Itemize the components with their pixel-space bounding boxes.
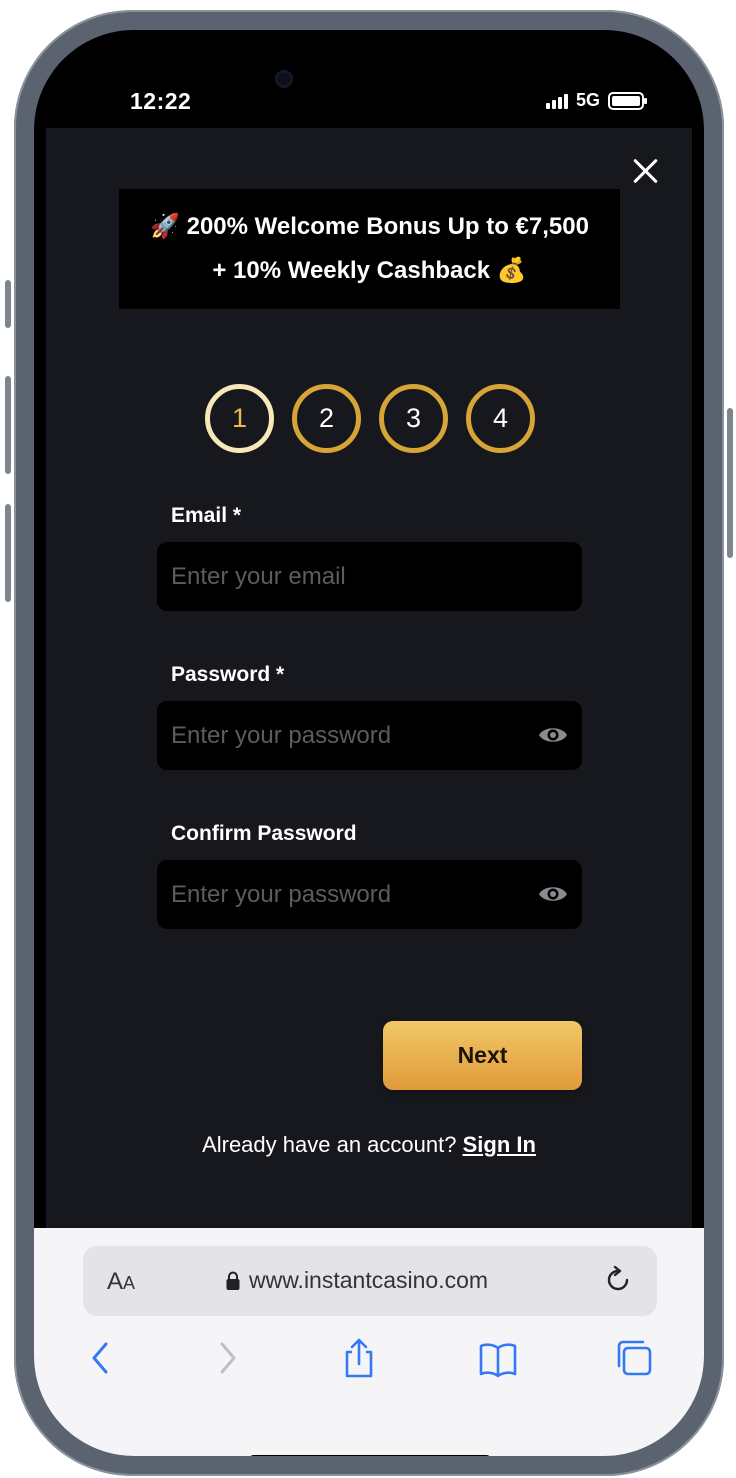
volume-up-button [5, 376, 11, 474]
show-password-eye-icon[interactable] [538, 724, 568, 746]
reload-icon[interactable] [603, 1265, 633, 1295]
signin-prompt: Already have an account? [202, 1132, 457, 1157]
registration-modal: 🚀 200% Welcome Bonus Up to €7,500 + 10% … [46, 128, 692, 1228]
confirm-password-label: Confirm Password [171, 822, 357, 845]
url-text: www.instantcasino.com [249, 1267, 489, 1293]
safari-browser-bar: AA www.instantcasino.com [34, 1228, 704, 1456]
lock-icon [226, 1271, 240, 1290]
back-chevron-icon[interactable] [80, 1336, 120, 1380]
welcome-bonus-banner: 🚀 200% Welcome Bonus Up to €7,500 + 10% … [119, 189, 620, 309]
network-type: 5G [575, 90, 600, 110]
text-size-button[interactable]: AA [107, 1268, 135, 1296]
status-bar: 12:22 5G [34, 30, 704, 142]
confirm-password-input[interactable] [157, 860, 582, 929]
phone-frame: 12:22 5G 🚀 200% Welcome Bonus Up to €7,5… [5, 10, 733, 1476]
home-indicator [249, 1455, 491, 1456]
banner-line-1: 200% Welcome Bonus Up to €7,500 [186, 213, 589, 240]
step-4: 4 [466, 384, 535, 453]
password-field-container [157, 701, 582, 770]
close-icon[interactable] [632, 158, 658, 184]
confirm-password-field-container [157, 860, 582, 929]
share-icon[interactable] [339, 1336, 379, 1380]
step-2: 2 [292, 384, 361, 453]
password-input[interactable] [157, 701, 582, 770]
front-camera [275, 70, 293, 88]
forward-chevron-icon[interactable] [208, 1336, 248, 1380]
step-1: 1 [205, 384, 274, 453]
status-indicators: 5G [545, 90, 647, 111]
bookmarks-icon[interactable] [478, 1336, 518, 1380]
email-field-container [157, 542, 582, 611]
signin-link[interactable]: Sign In [463, 1132, 536, 1157]
screen: 12:22 5G 🚀 200% Welcome Bonus Up to €7,5… [34, 30, 704, 1456]
show-confirm-password-eye-icon[interactable] [538, 883, 568, 905]
step-indicator: 1 2 3 4 [205, 384, 535, 453]
email-label: Email * [171, 504, 242, 527]
power-button [727, 408, 733, 558]
battery-icon [608, 91, 647, 110]
volume-down-button [5, 504, 11, 602]
banner-line-2: + 10% Weekly Cashback [212, 257, 491, 284]
rocket-icon: 🚀 [150, 213, 180, 240]
browser-toolbar [34, 1336, 704, 1396]
money-bag-icon: 💰 [496, 257, 527, 284]
step-3: 3 [379, 384, 448, 453]
silent-switch [5, 280, 11, 328]
url-display[interactable]: www.instantcasino.com [225, 1267, 488, 1294]
next-button[interactable]: Next [383, 1021, 582, 1090]
tabs-icon[interactable] [614, 1336, 654, 1380]
signin-row: Already have an account? Sign In [46, 1132, 692, 1158]
address-bar[interactable]: AA www.instantcasino.com [83, 1246, 657, 1316]
signal-icon [545, 93, 568, 109]
email-input[interactable] [157, 542, 582, 611]
status-time: 12:22 [130, 88, 192, 114]
password-label: Password * [171, 663, 285, 686]
